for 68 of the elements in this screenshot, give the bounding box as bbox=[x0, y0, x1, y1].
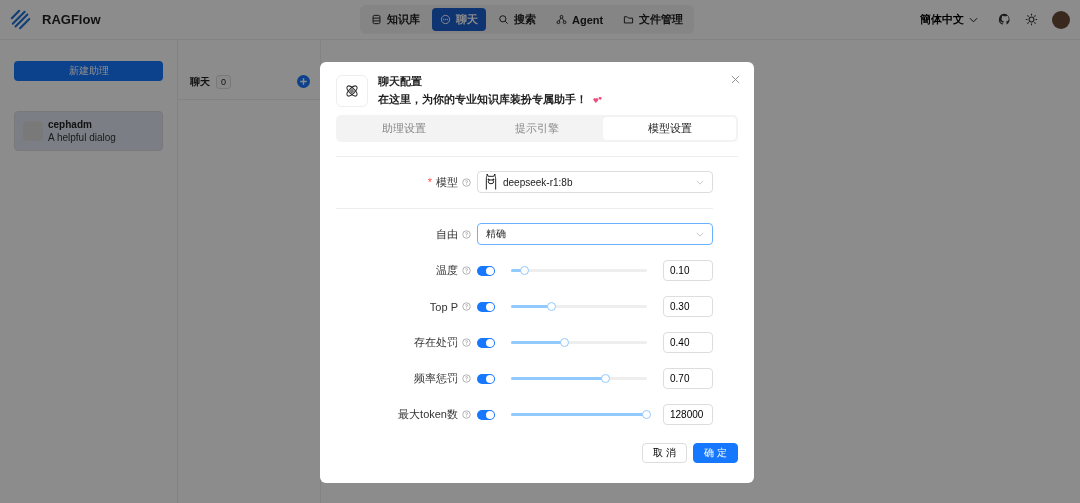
add-icon[interactable] bbox=[297, 75, 310, 88]
tab[interactable]: 模型设置 bbox=[603, 117, 736, 140]
nav-tab[interactable]: 文件管理 bbox=[615, 8, 692, 31]
folder-icon bbox=[623, 14, 635, 25]
chat-icon bbox=[440, 14, 451, 25]
close-icon[interactable] bbox=[731, 75, 740, 84]
help-icon bbox=[462, 266, 471, 275]
field-label: 频率惩罚 bbox=[414, 371, 458, 386]
toggle-switch[interactable] bbox=[477, 409, 495, 420]
new-assistant-button[interactable]: 新建助理 bbox=[14, 61, 163, 81]
assistant-name: cephadm bbox=[48, 119, 93, 130]
hearts-icon bbox=[593, 95, 603, 104]
chevron-down-icon bbox=[969, 16, 978, 23]
toggle-switch[interactable] bbox=[477, 337, 495, 348]
ok-button[interactable]: 确 定 bbox=[693, 443, 738, 463]
freedom-select[interactable]: 精确 bbox=[477, 223, 713, 245]
logo-icon bbox=[10, 8, 32, 31]
chevron-down-icon bbox=[696, 179, 704, 185]
nav-tab[interactable]: 搜索 bbox=[490, 8, 544, 31]
field-label: 存在处罚 bbox=[414, 335, 458, 350]
help-icon bbox=[462, 177, 471, 187]
field-label: 最大token数 bbox=[398, 407, 458, 422]
number-input[interactable]: 0.10 bbox=[663, 260, 713, 281]
nodes-icon bbox=[556, 14, 567, 25]
nav-tab[interactable]: 聊天 bbox=[432, 8, 486, 31]
field-label: Top P bbox=[429, 300, 458, 313]
required-mark: * bbox=[427, 176, 432, 188]
slider-handle[interactable] bbox=[642, 410, 651, 419]
field-label: 温度 bbox=[436, 263, 458, 278]
help-icon bbox=[462, 338, 471, 347]
cancel-button[interactable]: 取 消 bbox=[642, 443, 688, 463]
toggle-switch[interactable] bbox=[477, 301, 495, 312]
slider-handle[interactable] bbox=[519, 266, 529, 275]
help-icon bbox=[462, 410, 471, 419]
database-icon bbox=[371, 14, 382, 25]
model-select[interactable]: deepseek-r1:8b bbox=[477, 171, 713, 193]
number-input[interactable]: 0.70 bbox=[663, 368, 713, 389]
avatar[interactable] bbox=[1052, 10, 1070, 29]
slider-handle[interactable] bbox=[560, 338, 570, 347]
toggle-switch[interactable] bbox=[477, 265, 495, 276]
help-icon bbox=[462, 229, 471, 239]
tab[interactable]: 提示引擎 bbox=[470, 117, 604, 140]
number-input[interactable]: 128000 bbox=[663, 404, 713, 425]
nav-tab[interactable]: Agent bbox=[548, 8, 612, 31]
dialog-subtitle: 在这里，为你的专业知识库装扮专属助手！ bbox=[378, 92, 587, 107]
tab[interactable]: 助理设置 bbox=[338, 117, 471, 140]
assistant-card[interactable]: cephadm A helpful dialog bbox=[14, 111, 163, 151]
field-label: 模型 bbox=[436, 174, 458, 190]
chat-list-title: 聊天 bbox=[190, 74, 210, 89]
chat-count: 0 bbox=[216, 74, 231, 89]
number-input[interactable]: 0.30 bbox=[663, 296, 713, 317]
field-label: 自由 bbox=[436, 226, 458, 242]
github-icon[interactable] bbox=[998, 13, 1011, 26]
language-select[interactable]: 簡体中文 bbox=[914, 11, 984, 28]
atom-icon bbox=[336, 74, 368, 107]
slider-handle[interactable] bbox=[546, 302, 556, 311]
help-icon bbox=[462, 374, 471, 383]
number-input[interactable]: 0.40 bbox=[663, 332, 713, 353]
dialog-title: 聊天配置 bbox=[378, 74, 423, 89]
assistant-description: A helpful dialog bbox=[48, 132, 116, 143]
help-icon bbox=[462, 302, 471, 311]
chevron-down-icon bbox=[696, 231, 704, 237]
search-icon bbox=[498, 14, 509, 25]
toggle-switch[interactable] bbox=[477, 373, 495, 384]
sun-icon[interactable] bbox=[1025, 13, 1038, 26]
nav-tab[interactable]: 知识库 bbox=[363, 8, 428, 31]
slider-handle[interactable] bbox=[601, 374, 611, 383]
app-name: RAGFlow bbox=[42, 12, 101, 27]
